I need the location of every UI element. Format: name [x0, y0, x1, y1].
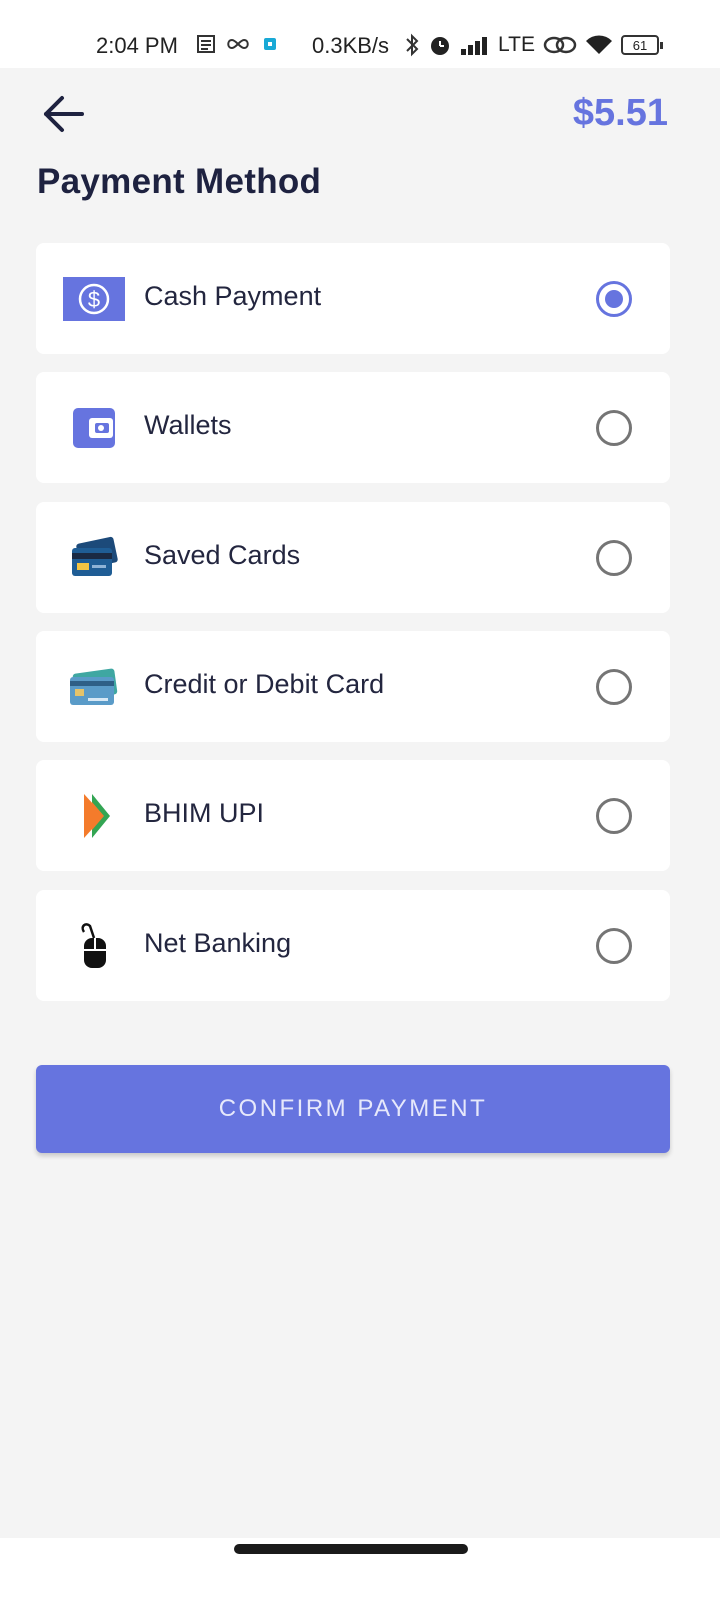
alarm-icon	[431, 37, 449, 55]
radio-button[interactable]	[596, 669, 632, 705]
method-net-banking[interactable]: Net Banking	[36, 890, 670, 1001]
back-button[interactable]	[40, 92, 86, 136]
method-wallets[interactable]: Wallets	[36, 372, 670, 483]
svg-text:$: $	[88, 287, 100, 312]
saved-cards-icon	[62, 530, 126, 586]
signal-icon	[461, 37, 487, 55]
status-speed: 0.3KB/s	[312, 33, 390, 58]
cash-dollar-icon: $	[62, 271, 126, 327]
method-saved-cards[interactable]: Saved Cards	[36, 502, 670, 613]
status-time: 2:04 PM	[96, 33, 178, 58]
method-label: Saved Cards	[144, 540, 301, 570]
method-credit-debit-card[interactable]: Credit or Debit Card	[36, 631, 670, 742]
link-icon	[543, 36, 577, 54]
wallet-icon	[62, 400, 126, 456]
notes-icon	[197, 35, 215, 53]
radio-button[interactable]	[596, 410, 632, 446]
wifi-icon	[585, 35, 612, 54]
battery-icon: 61	[620, 35, 663, 55]
method-cash-payment[interactable]: $ Cash Payment	[36, 243, 670, 354]
method-label: Net Banking	[144, 928, 292, 958]
confirm-payment-button[interactable]: CONFIRM PAYMENT	[36, 1065, 670, 1153]
method-label: Credit or Debit Card	[144, 669, 385, 699]
total-amount: $5.51	[572, 92, 668, 134]
method-label: Wallets	[144, 410, 232, 440]
radio-button[interactable]	[596, 540, 632, 576]
bluetooth-icon	[406, 33, 419, 57]
radio-button[interactable]	[596, 928, 632, 964]
home-indicator[interactable]	[234, 1544, 468, 1554]
method-label: Cash Payment	[144, 281, 322, 311]
network-type: LTE	[498, 33, 535, 56]
radio-button[interactable]	[596, 798, 632, 834]
status-icons-right: LTE 61	[404, 33, 663, 57]
page-title: Payment Method	[37, 162, 322, 201]
app-notification-icon	[264, 38, 276, 50]
bhim-upi-icon	[62, 788, 126, 844]
method-label: BHIM UPI	[144, 798, 265, 828]
battery-level: 61	[632, 37, 648, 53]
method-bhim-upi[interactable]: BHIM UPI	[36, 760, 670, 871]
infinity-icon	[227, 38, 249, 50]
credit-card-icon	[62, 659, 126, 715]
status-icons-left	[196, 34, 280, 54]
status-bar: 2:04 PM 0.3KB/s LTE 61	[0, 0, 720, 68]
mouse-icon	[62, 918, 126, 974]
radio-button-selected[interactable]	[596, 281, 632, 317]
back-arrow-icon	[44, 96, 84, 132]
